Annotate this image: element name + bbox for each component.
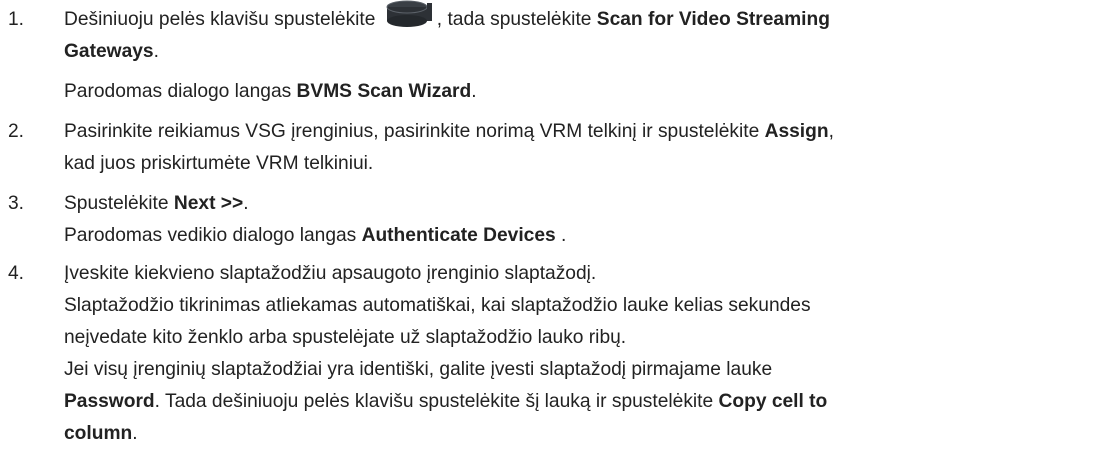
step-number: 1. (8, 9, 25, 30)
step-1-line-2: Gateways. (64, 41, 159, 62)
step-4-line-4: Jei visų įrenginių slaptažodžiai yra ide… (64, 359, 773, 380)
step-4-line-2: Slaptažodžio tikrinimas atliekamas autom… (64, 295, 811, 316)
step-1-line-1: Dešiniuoju pelės klavišu spustelėkite , … (64, 0, 830, 36)
step-4-line-6: column. (64, 423, 138, 444)
step-2-line-2: kad juos priskirtumėte VRM telkiniui. (64, 153, 374, 174)
step-3-line-2: Parodomas vedikio dialogo langas Authent… (64, 225, 567, 246)
instruction-document: 1. Dešiniuoju pelės klavišu spustelėkite… (0, 0, 1117, 466)
step-4-line-5: Password. Tada dešiniuoju pelės klavišu … (64, 391, 828, 412)
step-4-line-3: neįvedate kito ženklo arba spustelėjate … (64, 327, 627, 348)
step-4-line-1: Įveskite kiekvieno slaptažodžiu apsaugot… (64, 263, 597, 284)
step-2-line-1: Pasirinkite reikiamus VSG įrenginius, pa… (64, 121, 834, 142)
server-device-icon (385, 0, 433, 27)
step-1-line-3: Parodomas dialogo langas BVMS Scan Wizar… (64, 81, 477, 102)
step-number: 2. (8, 121, 25, 142)
step-number: 4. (8, 263, 25, 284)
step-3-line-1: Spustelėkite Next >>. (64, 193, 249, 214)
step-number: 3. (8, 193, 25, 214)
